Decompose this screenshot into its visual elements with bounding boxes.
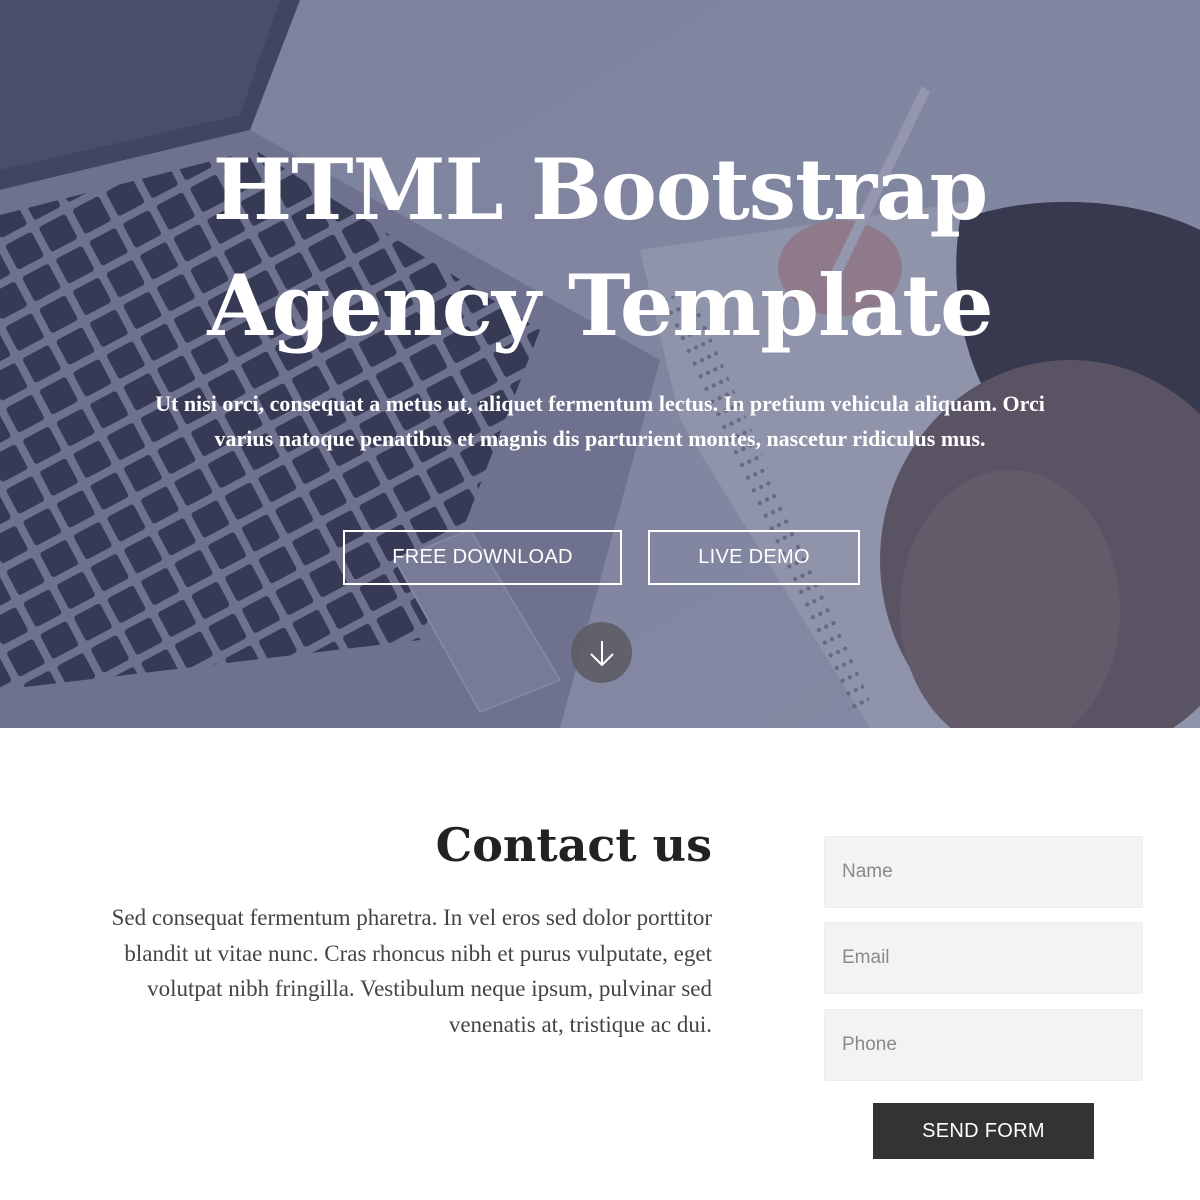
hero-title-line-1: HTML Bootstrap: [212, 140, 989, 239]
hero-description: Ut nisi orci, consequat a metus ut, aliq…: [155, 391, 1045, 451]
hero-overlay: [0, 0, 1200, 728]
email-field[interactable]: [824, 922, 1143, 994]
scroll-down-button[interactable]: [571, 622, 632, 683]
hero-title: HTML Bootstrap Agency Template: [100, 132, 1100, 364]
hero-section: HTML Bootstrap Agency Template Ut nisi o…: [0, 0, 1200, 728]
phone-field[interactable]: [824, 1009, 1143, 1081]
live-demo-button[interactable]: LIVE DEMO: [648, 530, 860, 585]
contact-title: Contact us: [435, 818, 712, 872]
contact-description: Sed consequat fermentum pharetra. In vel…: [111, 905, 712, 1037]
hero-title-line-2: Agency Template: [207, 256, 993, 355]
arrow-down-icon: [589, 640, 614, 666]
name-field[interactable]: [824, 836, 1143, 908]
free-download-button[interactable]: FREE DOWNLOAD: [343, 530, 622, 585]
send-form-button[interactable]: SEND FORM: [873, 1103, 1094, 1159]
